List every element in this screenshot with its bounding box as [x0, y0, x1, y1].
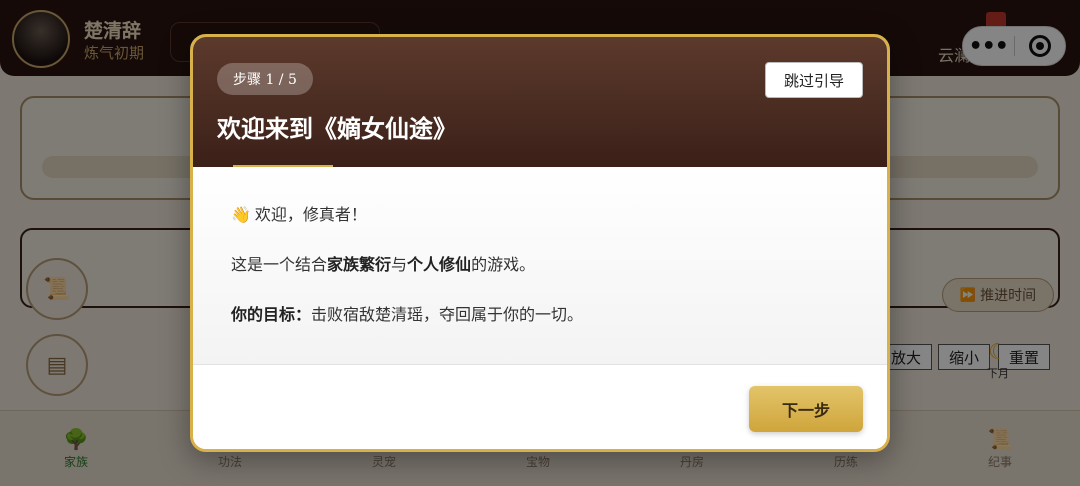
greeting-line: 👋 欢迎，修真者！: [231, 203, 887, 227]
next-step-button[interactable]: 下一步: [749, 386, 863, 432]
modal-body: 👋 欢迎，修真者！ 这是一个结合家族繁衍与个人修仙的游戏。 你的目标：击败宿敌楚清…: [193, 167, 887, 365]
intro-suffix: 的游戏。: [471, 255, 536, 274]
goal-label: 你的目标：: [231, 305, 312, 324]
modal-header: 步骤 1 / 5 欢迎来到《嫡女仙途》 跳过引导: [193, 37, 887, 167]
modal-footer: 下一步: [193, 365, 887, 449]
intro-prefix: 这是一个结合: [231, 255, 328, 274]
skip-tutorial-button[interactable]: 跳过引导: [765, 62, 863, 98]
goal-text: 击败宿敌楚清瑶，夺回属于你的一切。: [311, 305, 584, 324]
waving-hand-icon: 👋: [231, 205, 251, 224]
tutorial-modal: 步骤 1 / 5 欢迎来到《嫡女仙途》 跳过引导 👋 欢迎，修真者！ 这是一个结合…: [190, 34, 890, 452]
intro-line: 这是一个结合家族繁衍与个人修仙的游戏。: [231, 253, 887, 277]
modal-title: 欢迎来到《嫡女仙途》: [217, 114, 457, 143]
goal-line: 你的目标：击败宿敌楚清瑶，夺回属于你的一切。: [231, 303, 887, 327]
intro-highlight-cultivation: 个人修仙: [407, 255, 472, 274]
step-indicator: 步骤 1 / 5: [217, 63, 313, 95]
greeting-text: 欢迎，修真者！: [254, 205, 367, 224]
intro-highlight-family: 家族繁衍: [327, 255, 392, 274]
intro-mid: 与: [391, 255, 408, 274]
